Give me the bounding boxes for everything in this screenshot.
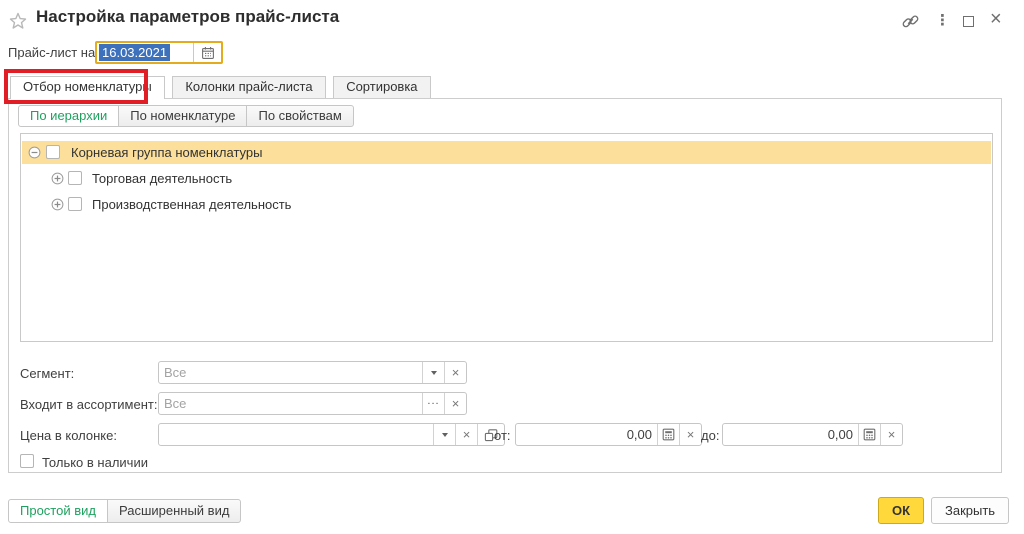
tree-checkbox[interactable] (46, 145, 60, 159)
view-by-nomenclature-button[interactable]: По номенклатуре (118, 105, 247, 127)
to-calculator-button[interactable] (858, 424, 880, 445)
expand-icon[interactable] (51, 198, 64, 211)
segment-field[interactable]: Все × (158, 361, 467, 384)
chevron-down-icon (442, 433, 448, 437)
only-in-stock-label: Только в наличии (42, 455, 148, 470)
to-label: до: (701, 428, 719, 443)
assortment-field[interactable]: Все ... × (158, 392, 467, 415)
view-by-properties-button[interactable]: По свойствам (246, 105, 353, 127)
assortment-placeholder: Все (159, 393, 422, 414)
view-by-hierarchy-button[interactable]: По иерархии (18, 105, 119, 127)
tab-sorting[interactable]: Сортировка (333, 76, 430, 98)
clear-icon: × (452, 397, 460, 410)
close-icon[interactable]: × (990, 8, 1002, 31)
from-label: от: (494, 428, 511, 443)
more-menu-icon[interactable]: ⋮ (935, 11, 950, 29)
price-list-date-field[interactable]: 16.03.2021 (95, 41, 223, 64)
clear-icon: × (687, 428, 695, 441)
clear-icon: × (463, 428, 471, 441)
page-title: Настройка параметров прайс-листа (36, 7, 339, 27)
segment-dropdown-button[interactable] (422, 362, 444, 383)
price-from-value: 0,00 (516, 424, 657, 445)
simple-view-button[interactable]: Простой вид (8, 499, 108, 523)
chevron-down-icon (431, 371, 437, 375)
price-from-field[interactable]: 0,00 × (515, 423, 702, 446)
link-icon[interactable] (901, 12, 920, 31)
collapse-icon[interactable] (28, 146, 41, 159)
tree-checkbox[interactable] (68, 197, 82, 211)
date-value: 16.03.2021 (97, 43, 193, 62)
tree-row-label: Производственная деятельность (92, 197, 291, 212)
nomenclature-tree: Корневая группа номенклатуры Торговая де… (20, 133, 993, 342)
clear-icon: × (452, 366, 460, 379)
tree-row-production-activity[interactable]: Производственная деятельность (22, 194, 991, 216)
ok-button[interactable]: ОК (878, 497, 924, 524)
calculator-icon (662, 428, 675, 441)
view-mode-switch: Простой вид Расширенный вид (8, 499, 241, 523)
price-column-field[interactable]: × (158, 423, 505, 446)
price-list-date-label: Прайс-лист на: (8, 45, 99, 60)
favorite-star-icon[interactable] (8, 11, 28, 31)
price-column-label: Цена в колонке: (20, 428, 117, 443)
only-in-stock-checkbox[interactable] (20, 454, 34, 468)
segment-clear-button[interactable]: × (444, 362, 466, 383)
to-clear-button[interactable]: × (880, 424, 902, 445)
assortment-choose-button[interactable]: ... (422, 393, 444, 414)
tree-row-root-group[interactable]: Корневая группа номенклатуры (22, 141, 991, 164)
tab-item-selection[interactable]: Отбор номенклатуры (10, 76, 165, 99)
tree-row-label: Торговая деятельность (92, 171, 232, 186)
clear-icon: × (888, 428, 896, 441)
segment-placeholder: Все (159, 362, 422, 383)
expand-icon[interactable] (51, 172, 64, 185)
calendar-icon[interactable] (193, 43, 221, 62)
maximize-icon[interactable] (963, 16, 974, 27)
tab-price-list-columns[interactable]: Колонки прайс-листа (172, 76, 325, 98)
extended-view-button[interactable]: Расширенный вид (107, 499, 241, 523)
assortment-label: Входит в ассортимент: (20, 397, 157, 412)
price-column-dropdown-button[interactable] (433, 424, 455, 445)
price-column-clear-button[interactable]: × (455, 424, 477, 445)
close-button[interactable]: Закрыть (931, 497, 1009, 524)
from-calculator-button[interactable] (657, 424, 679, 445)
tab-bar: Отбор номенклатуры Колонки прайс-листа С… (10, 76, 435, 99)
view-switch: По иерархии По номенклатуре По свойствам (18, 105, 354, 127)
tree-row-trade-activity[interactable]: Торговая деятельность (22, 168, 991, 190)
assortment-clear-button[interactable]: × (444, 393, 466, 414)
from-clear-button[interactable]: × (679, 424, 701, 445)
calculator-icon (863, 428, 876, 441)
price-to-field[interactable]: 0,00 × (722, 423, 903, 446)
tree-checkbox[interactable] (68, 171, 82, 185)
price-column-value (159, 424, 433, 445)
ellipsis-icon: ... (427, 396, 439, 411)
price-to-value: 0,00 (723, 424, 858, 445)
tree-row-label: Корневая группа номенклатуры (71, 145, 262, 160)
segment-label: Сегмент: (20, 366, 74, 381)
